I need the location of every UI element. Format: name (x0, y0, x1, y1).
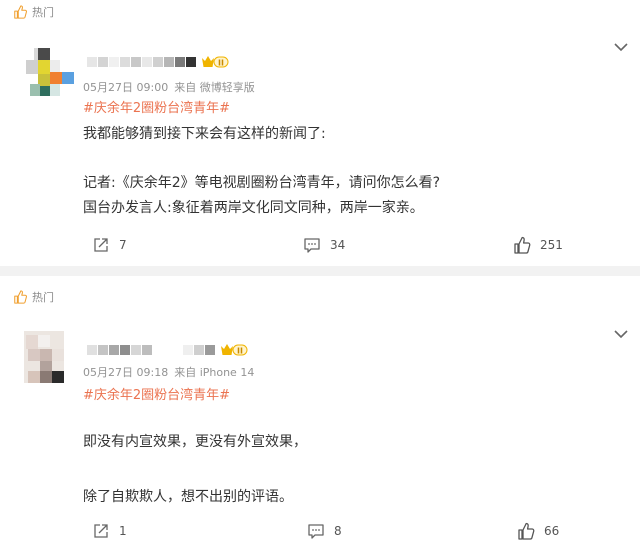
post-card: 热门 II 05月27日 09:18 来自 iPhone 14 #庆余年2圈粉台… (0, 276, 640, 553)
repost-icon (94, 238, 108, 252)
like-count: 66 (544, 524, 560, 538)
like-icon (14, 5, 27, 19)
comment-icon (304, 238, 320, 253)
comment-count: 34 (330, 238, 346, 252)
comment-icon (308, 524, 324, 539)
hot-label-text: 热门 (32, 6, 54, 19)
repost-button[interactable]: 7 (92, 236, 127, 254)
like-button[interactable]: 66 (517, 522, 559, 540)
hot-label-text: 热门 (32, 291, 54, 304)
post-date[interactable]: 05月27日 09:00 (83, 81, 168, 94)
post-card: 热门 II 05月27日 09:00 来自 微博轻享版 #庆余年2圈粉台湾青年#… (0, 0, 640, 266)
username[interactable]: II (87, 55, 229, 69)
post-source: 来自 iPhone 14 (174, 366, 255, 379)
vip-badge-icon: II (202, 56, 229, 68)
svg-text:II: II (237, 347, 243, 356)
chevron-down-icon[interactable] (613, 329, 629, 339)
hot-label: 热门 (13, 289, 54, 305)
post-meta: 05月27日 09:18 来自 iPhone 14 (83, 364, 254, 380)
like-icon (14, 290, 27, 304)
topic-tag[interactable]: #庆余年2圈粉台湾青年# (83, 97, 230, 116)
vip-badge-icon: II (221, 344, 248, 356)
comment-button[interactable]: 34 (303, 236, 345, 254)
post-text-line: 记者:《庆余年2》等电视剧圈粉台湾青年，请问你怎么看? (83, 175, 441, 191)
avatar[interactable] (24, 331, 64, 383)
post-text-line: 我都能够猜到接下来会有这样的新闻了: (83, 126, 326, 142)
username[interactable]: II (87, 343, 248, 357)
comment-count: 8 (334, 524, 342, 538)
repost-count: 1 (119, 524, 127, 538)
post-source: 来自 微博轻享版 (174, 81, 255, 94)
chevron-down-icon[interactable] (613, 42, 629, 52)
comment-button[interactable]: 8 (307, 522, 342, 540)
post-text-line: 除了自欺欺人，想不出别的评语。 (83, 489, 293, 505)
like-button[interactable]: 251 (513, 236, 563, 254)
like-icon (518, 522, 535, 540)
repost-button[interactable]: 1 (92, 522, 127, 540)
avatar[interactable] (24, 46, 76, 98)
svg-text:II: II (218, 59, 224, 68)
repost-icon (94, 524, 108, 538)
topic-tag[interactable]: #庆余年2圈粉台湾青年# (83, 384, 230, 403)
repost-count: 7 (119, 238, 127, 252)
like-count: 251 (540, 238, 563, 252)
post-text-line: 即没有内宣效果，更没有外宣效果， (83, 434, 307, 450)
like-icon (514, 236, 531, 254)
post-date[interactable]: 05月27日 09:18 (83, 366, 168, 379)
post-text-line: 国台办发言人:象征着两岸文化同文同种，两岸一家亲。 (83, 200, 424, 216)
hot-label: 热门 (13, 4, 54, 20)
post-meta: 05月27日 09:00 来自 微博轻享版 (83, 79, 255, 95)
